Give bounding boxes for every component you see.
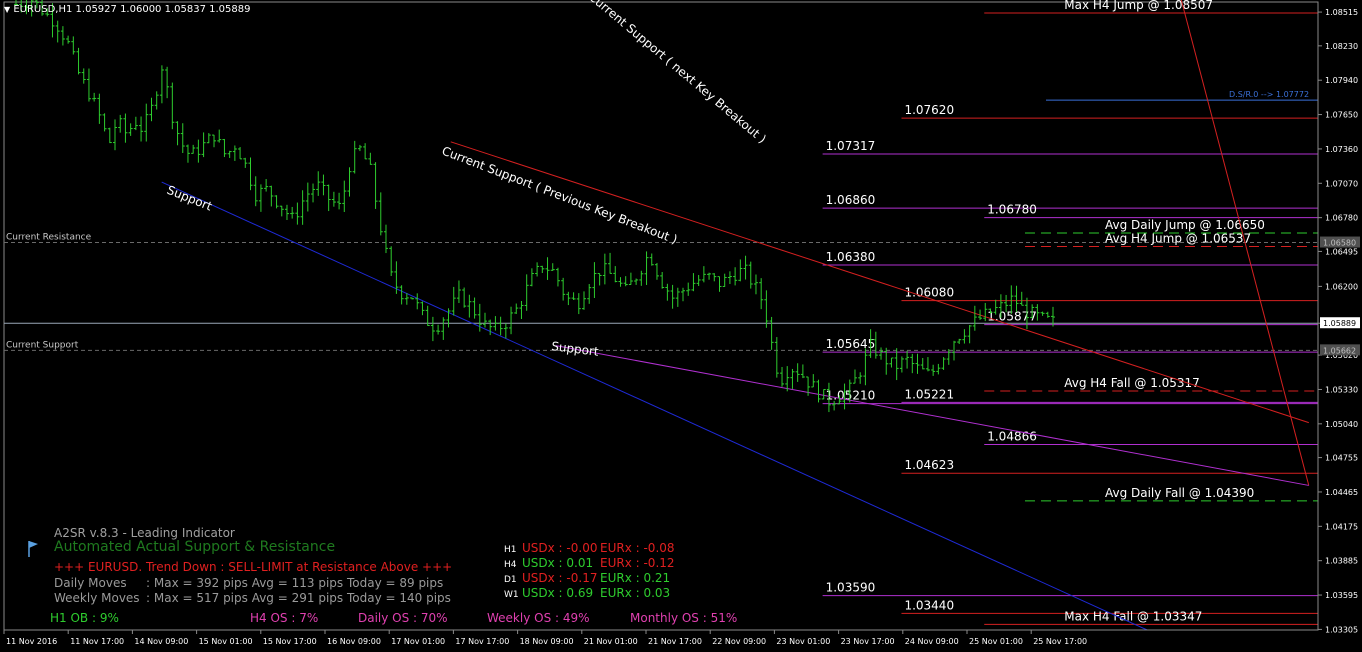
price-tick-label: 1.08230 [1325,42,1358,51]
price-tick-label: 1.07070 [1325,179,1358,188]
symbol-info: EURUSD,H1 1.05927 1.06000 1.05837 1.0588… [13,4,251,15]
time-tick-label: 21 Nov 17:00 [648,637,702,646]
indicator-subtitle: Automated Actual Support & Resistance [54,539,336,555]
level-label: 1.06860 [826,193,876,207]
trend-label: Support [551,339,600,359]
trend-label: Current Support ( next Key Breakout ) [586,0,769,146]
flag-icon [26,540,40,558]
time-tick-label: 15 Nov 01:00 [199,637,253,646]
chart-header: ▼ EURUSD,H1 1.05927 1.06000 1.05837 1.05… [4,4,250,15]
ds-label: D.S/R.0 --> 1.07772 [1229,90,1309,99]
marker-label: Current Resistance [6,233,92,243]
trend-label: Current Support ( Previous Key Breakout … [440,144,679,247]
timeframe-label: H1 [504,545,517,555]
trend-label: Support [165,183,215,214]
time-tick-label: 17 Nov 17:00 [455,637,509,646]
eur-strength: EURx : -0.12 [600,556,675,570]
time-tick-label: 25 Nov 01:00 [969,637,1023,646]
usd-strength: USDx : 0.69 [522,586,594,600]
weekly-moves-value: : Max = 517 pips Avg = 291 pips Today = … [146,591,451,605]
weekly-moves: Weekly Moves : Max = 517 pips Avg = 291 p… [54,591,451,605]
trend-line [450,141,1309,424]
level-label: Avg H4 Jump @ 1.06537 [1105,231,1251,245]
price-tick-label: 1.06495 [1325,247,1358,256]
level-label: 1.04866 [987,429,1037,443]
price-tick-label: 1.07360 [1325,145,1358,154]
time-tick-label: 22 Nov 09:00 [712,637,766,646]
timeframe-label: H4 [504,560,517,570]
price-tick-label: 1.07940 [1325,76,1358,85]
eur-strength: EURx : -0.08 [600,541,675,555]
usd-strength: USDx : -0.00 [522,541,598,555]
strength-row: W1 USDx : 0.69 EURx : 0.03 [504,586,670,600]
weekly-moves-label: Weekly Moves [54,591,140,605]
level-label: 1.05645 [826,337,876,351]
time-tick-label: 21 Nov 01:00 [584,637,638,646]
os-item: Monthly OS : 51% [630,611,738,625]
daily-moves: Daily Moves : Max = 392 pips Avg = 113 pi… [54,576,443,590]
eur-strength: EURx : 0.03 [600,586,671,600]
price-tick-label: 1.07650 [1325,111,1358,120]
time-tick-label: 11 Nov 17:00 [70,637,124,646]
time-tick-label: 25 Nov 17:00 [1033,637,1087,646]
daily-moves-label: Daily Moves [54,576,127,590]
price-box-label: 1.05662 [1323,346,1356,355]
time-tick-label: 23 Nov 17:00 [841,637,895,646]
price-box-label: 1.05889 [1323,319,1356,328]
indicator-title: A2SR v.8.3 - Leading Indicator [54,526,235,540]
strength-row: H4 USDx : 0.01 EURx : -0.12 [504,556,675,570]
price-tick-label: 1.04175 [1325,522,1358,531]
time-tick-label: 14 Nov 09:00 [134,637,188,646]
os-item: Daily OS : 70% [358,611,448,625]
level-label: Avg H4 Fall @ 1.05317 [1064,376,1200,390]
strength-row: D1 USDx : -0.17 EURx : 0.21 [504,571,670,585]
price-tick-label: 1.04465 [1325,488,1358,497]
price-tick-label: 1.08515 [1325,8,1358,17]
usd-strength: USDx : -0.17 [522,571,598,585]
level-label: 1.05877 [987,310,1037,324]
level-label: 1.03590 [826,581,876,595]
time-tick-label: 11 Nov 2016 [6,637,57,646]
level-label: 1.03440 [904,598,954,612]
time-tick-label: 18 Nov 09:00 [520,637,574,646]
level-label: Avg Daily Fall @ 1.04390 [1105,486,1254,500]
level-label: 1.07620 [904,103,954,117]
level-label: 1.04623 [904,458,954,472]
level-label: Max H4 Fall @ 1.03347 [1064,609,1202,623]
price-tick-label: 1.03305 [1325,625,1358,634]
chart-window[interactable]: Current Resistance Current Support Max H4 … [0,0,1362,652]
timeframe-label: D1 [504,575,517,585]
price-tick-label: 1.05330 [1325,385,1358,394]
signal-text: +++ EURUSD. Trend Down : SELL-LIMIT at R… [54,560,453,574]
strength-row: H1 USDx : -0.00 EURx : -0.08 [504,541,675,555]
price-tick-label: 1.06200 [1325,282,1358,291]
level-label: 1.06380 [826,250,876,264]
price-tick-label: 1.03885 [1325,557,1358,566]
price-tick-label: 1.03595 [1325,591,1358,600]
time-tick-label: 17 Nov 01:00 [391,637,445,646]
time-tick-label: 16 Nov 09:00 [327,637,381,646]
time-tick-label: 24 Nov 09:00 [905,637,959,646]
os-item: Weekly OS : 49% [487,611,590,625]
dropdown-arrow-icon[interactable]: ▼ [4,5,10,14]
level-label: 1.07317 [826,139,876,153]
time-tick-label: 15 Nov 17:00 [263,637,317,646]
level-label: Max H4 Jump @ 1.08507 [1064,0,1213,12]
price-tick-label: 1.06780 [1325,214,1358,223]
level-label: 1.05221 [904,387,954,401]
timeframe-label: W1 [504,590,519,600]
price-tick-label: 1.04755 [1325,454,1358,463]
daily-moves-value: : Max = 392 pips Avg = 113 pips Today = … [146,576,444,590]
eur-strength: EURx : 0.21 [600,571,671,585]
price-box-label: 1.06580 [1323,239,1356,248]
price-tick-label: 1.05040 [1325,420,1358,429]
marker-label: Current Support [6,340,79,350]
os-item: H4 OS : 7% [250,611,319,625]
os-item: H1 OB : 9% [50,611,119,625]
time-tick-label: 23 Nov 01:00 [776,637,830,646]
level-label: 1.06780 [987,203,1037,217]
usd-strength: USDx : 0.01 [522,556,594,570]
